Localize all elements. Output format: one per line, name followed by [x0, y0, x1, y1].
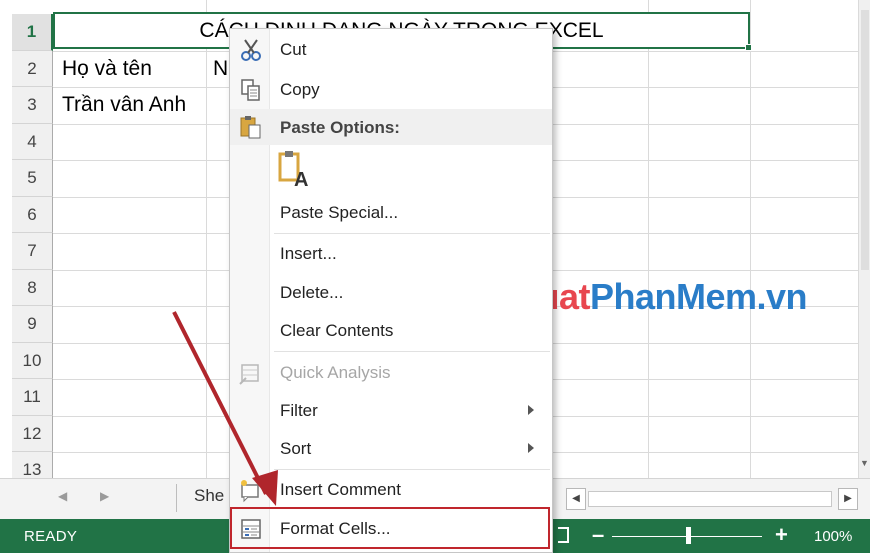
menu-item-label: Clear Contents [280, 321, 394, 340]
menu-item-label: Quick Analysis [280, 363, 391, 382]
row-header-13[interactable]: 13 [12, 452, 53, 478]
cell-header-name[interactable]: Họ và tên [62, 57, 152, 81]
menu-separator [274, 469, 550, 470]
tab-prev-icon[interactable]: ◀ [58, 489, 67, 503]
fill-handle[interactable] [745, 44, 752, 51]
row-header-10[interactable]: 10 [12, 342, 53, 379]
horizontal-scrollbar[interactable]: ◀ ▶ [566, 488, 858, 510]
row-header-1[interactable]: 1 [12, 14, 53, 51]
zoom-level[interactable]: 100% [814, 528, 852, 545]
zoom-in-button[interactable]: + [775, 522, 788, 548]
gridline [648, 0, 649, 478]
row-header-3[interactable]: 3 [12, 87, 53, 124]
scroll-right-icon[interactable]: ▶ [838, 488, 858, 510]
row-header-9[interactable]: 9 [12, 306, 53, 343]
scroll-down-icon[interactable]: ▼ [860, 458, 869, 468]
row-header-11[interactable]: 11 [12, 379, 53, 416]
menu-item-label: Copy [280, 80, 320, 99]
paste-options-header: Paste Options: [230, 109, 552, 145]
zoom-out-button[interactable]: – [592, 522, 604, 548]
chevron-right-icon [528, 443, 534, 453]
watermark-part-b: PhanMem.vn [589, 276, 808, 317]
menu-separator [274, 233, 550, 234]
menu-item-label: Filter [280, 401, 318, 420]
page-view-icon[interactable] [558, 527, 569, 543]
chevron-right-icon [528, 405, 534, 415]
divider [176, 484, 177, 512]
menu-item-clear-contents[interactable]: Clear Contents [230, 313, 552, 349]
scroll-track[interactable] [588, 491, 832, 507]
row-header-2[interactable]: 2 [12, 50, 53, 87]
menu-item-label: Insert Comment [280, 480, 401, 499]
format-cells-highlight [230, 507, 550, 549]
cell-data-name[interactable]: Trần vân Anh [62, 93, 186, 117]
menu-item-copy[interactable]: Copy [230, 72, 552, 108]
vertical-scrollbar[interactable]: ▼ [858, 0, 870, 478]
row-header-8[interactable]: 8 [12, 269, 53, 306]
row-header-5[interactable]: 5 [12, 160, 53, 197]
copy-icon [241, 79, 260, 101]
zoom-slider-thumb[interactable] [686, 527, 691, 544]
gridline [206, 0, 207, 478]
scissors-icon [241, 39, 261, 61]
clipboard-icon [240, 116, 261, 139]
menu-item-quick-analysis: Quick Analysis [230, 355, 552, 391]
paste-keep-text-icon[interactable]: A [278, 150, 312, 191]
cell-header-next[interactable]: N [213, 57, 228, 81]
menu-item-label: Sort [280, 439, 312, 458]
gridline [750, 0, 751, 478]
comment-icon [241, 480, 259, 503]
menu-item-label: Paste Special... [280, 203, 399, 222]
row-header-6[interactable]: 6 [12, 196, 53, 233]
tab-next-icon[interactable]: ▶ [100, 489, 109, 503]
status-text: READY [24, 528, 78, 545]
menu-item-paste-special[interactable]: Paste Special... [230, 195, 552, 231]
menu-item-insert[interactable]: Insert... [230, 236, 552, 272]
scroll-thumb[interactable] [861, 10, 869, 270]
quick-analysis-icon [239, 364, 259, 385]
row-header-7[interactable]: 7 [12, 233, 53, 270]
sheet-tab[interactable]: She [194, 486, 224, 506]
menu-item-sort[interactable]: Sort [230, 431, 552, 467]
menu-item-cut[interactable]: Cut [230, 32, 552, 68]
row-header-12[interactable]: 12 [12, 415, 53, 452]
row-header-4[interactable]: 4 [12, 123, 53, 160]
menu-item-delete[interactable]: Delete... [230, 275, 552, 311]
context-menu: Cut Copy Paste Options: A Paste Special.… [229, 28, 553, 553]
menu-header-label: Paste Options: [280, 118, 400, 137]
menu-item-label: Insert... [280, 244, 337, 263]
menu-item-insert-comment[interactable]: Insert Comment [230, 472, 552, 508]
scroll-left-icon[interactable]: ◀ [566, 488, 586, 510]
menu-separator [274, 351, 550, 352]
menu-item-filter[interactable]: Filter [230, 393, 552, 429]
menu-item-label: Cut [280, 40, 307, 59]
menu-item-label: Delete... [280, 283, 344, 302]
svg-text:A: A [294, 169, 308, 190]
